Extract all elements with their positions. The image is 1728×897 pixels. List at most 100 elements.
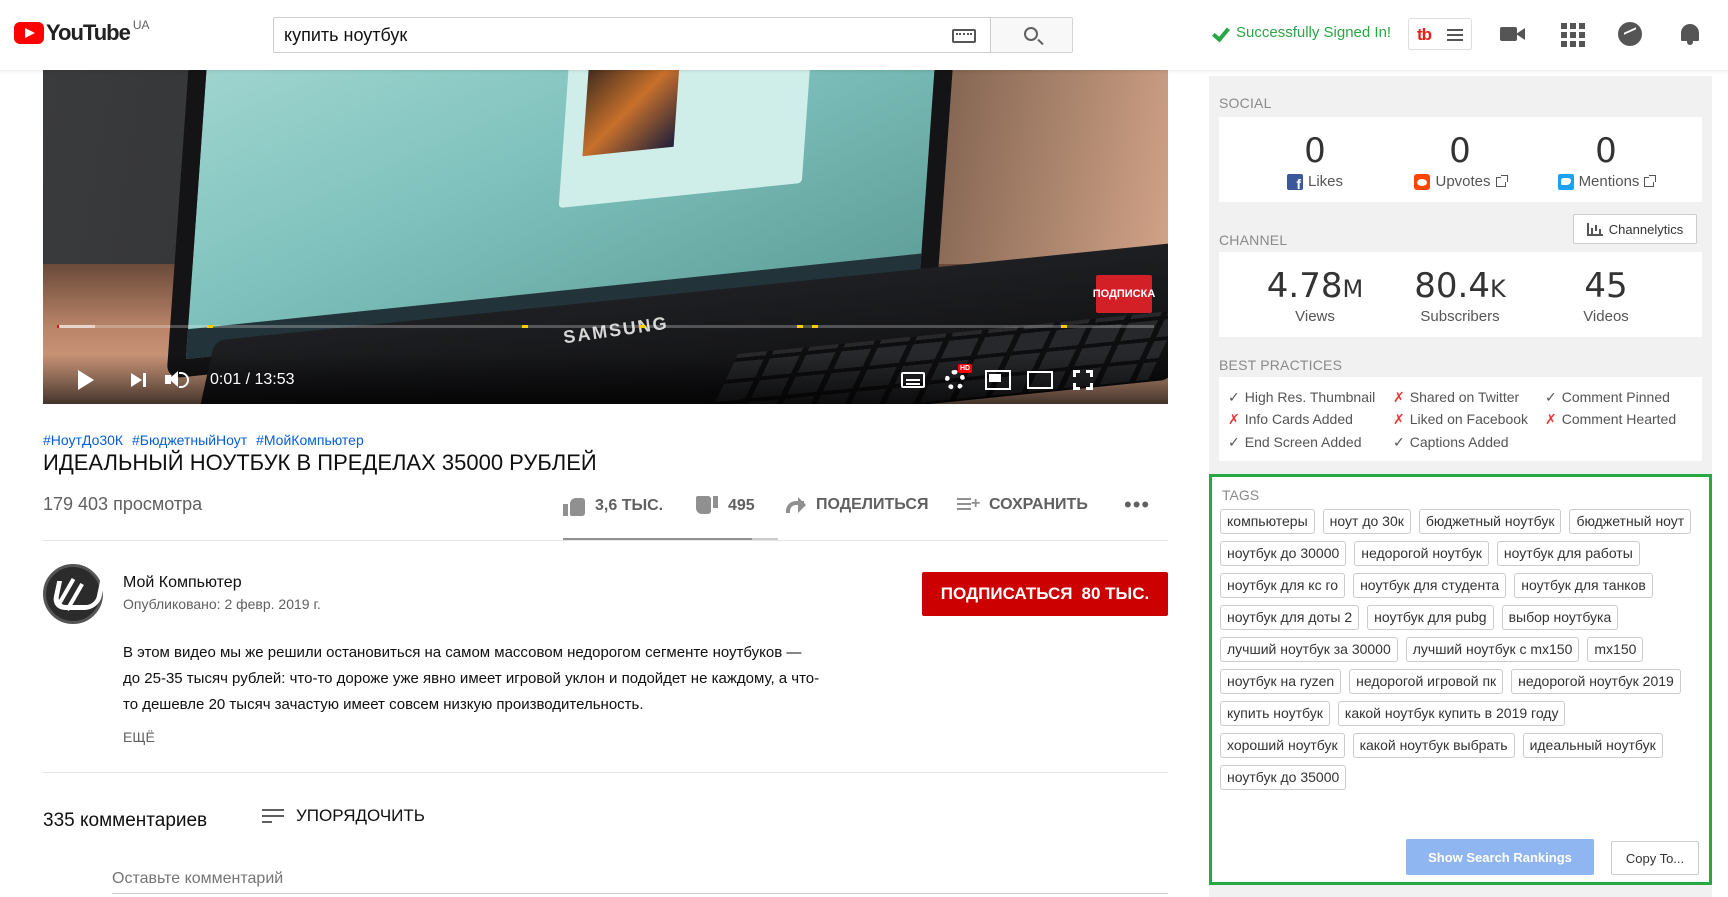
best-practice-item: ✗ Info Cards Added	[1228, 411, 1353, 428]
create-video-icon[interactable]	[1500, 22, 1525, 46]
tag-chip[interactable]: идеальный ноутбук	[1522, 733, 1663, 758]
tag-chip[interactable]: недорогой ноутбук 2019	[1511, 669, 1681, 694]
channel-name[interactable]: Мой Компьютер	[123, 574, 242, 592]
chapter-marker	[1061, 325, 1067, 328]
hashtag-link[interactable]: #БюджетныйНоут	[132, 432, 247, 448]
tags-list: компьютеры ноут до 30к бюджетный ноутбук бю…	[1220, 509, 1700, 797]
divider	[43, 772, 1168, 773]
player-controls: 0:01 / 13:53 HD	[43, 354, 1168, 404]
copy-to-button[interactable]: Copy To...	[1611, 841, 1699, 875]
tag-chip[interactable]: какой ноутбук выбрать	[1352, 733, 1515, 758]
channel-stats-card: 4.78M Views 80.4K Subscribers 45 Videos	[1219, 252, 1702, 337]
keyboard-icon[interactable]	[952, 29, 976, 43]
chapter-marker	[639, 325, 645, 328]
tag-chip[interactable]: ноут до 30к	[1322, 509, 1411, 534]
tags-section-label: TAGS	[1222, 487, 1260, 503]
channel-subs-value: 80.4	[1414, 266, 1490, 306]
hd-badge: HD	[958, 364, 973, 373]
like-count: 3,6 ТЫС.	[595, 497, 664, 514]
save-button[interactable]: СОХРАНИТЬ	[957, 496, 1088, 514]
tag-chip[interactable]: ноутбук для танков	[1514, 573, 1653, 598]
subscribe-button[interactable]: ПОДПИСАТЬСЯ 80 ТЫС.	[922, 572, 1168, 616]
tag-chip[interactable]: ноутбук для студента	[1353, 573, 1507, 598]
check-mark: ✓	[1393, 434, 1405, 450]
search-input[interactable]	[274, 18, 924, 52]
best-practice-item: ✓ Comment Pinned	[1545, 389, 1670, 406]
description-line: до 25-35 тысяч рублей: что-то дороже уже…	[123, 670, 820, 687]
theater-mode-icon[interactable]	[1027, 371, 1053, 389]
upvotes-stat[interactable]: 0 Upvotes	[1385, 131, 1535, 190]
hashtag-link[interactable]: #НоутДо30К	[43, 432, 123, 448]
check-mark: ✓	[1228, 389, 1240, 405]
tag-chip[interactable]: хороший ноутбук	[1220, 733, 1345, 758]
tag-chip[interactable]: компьютеры	[1220, 509, 1315, 534]
next-icon[interactable]	[129, 370, 151, 390]
tag-chip[interactable]: бюджетный ноутбук	[1418, 509, 1562, 534]
volume-waves-icon	[179, 372, 189, 388]
tag-chip[interactable]: какой ноутбук купить в 2019 году	[1337, 701, 1566, 726]
hashtag-link[interactable]: #МойКомпьютер	[256, 432, 364, 448]
tag-chip[interactable]: ноутбук на ryzen	[1220, 669, 1342, 694]
channel-avatar[interactable]	[43, 564, 103, 624]
tag-chip[interactable]: ноутбук до 35000	[1220, 765, 1347, 790]
tag-chip[interactable]: купить ноутбук	[1220, 701, 1330, 726]
tag-chip[interactable]: лучший ноутбук с mx150	[1405, 637, 1580, 662]
show-search-rankings-button[interactable]: Show Search Rankings	[1406, 839, 1594, 875]
play-icon[interactable]	[75, 370, 97, 390]
tags-panel: TAGS компьютеры ноут до 30к бюджетный ноут…	[1209, 474, 1712, 885]
masthead: YouTube UA Successfully Signed In! tb	[0, 0, 1728, 70]
youtube-play-icon	[14, 22, 44, 44]
tag-chip[interactable]: ноутбук до 30000	[1220, 541, 1347, 566]
like-button[interactable]: 3,6 ТЫС.	[563, 496, 663, 516]
subscribe-watermark[interactable]: ПОДПИСКА	[1093, 275, 1155, 313]
tag-chip[interactable]: ноутбук для доты 2	[1220, 605, 1360, 630]
subtitles-icon[interactable]	[901, 372, 925, 388]
time-total: 13:53	[254, 371, 295, 388]
likes-value: 0	[1304, 131, 1326, 171]
settings-gear-icon[interactable]	[945, 370, 965, 390]
search-icon	[1024, 27, 1038, 41]
channel-videos-value: 45	[1584, 266, 1628, 306]
channel-views-suffix: M	[1342, 275, 1364, 303]
tag-chip[interactable]: ноутбук для pubg	[1367, 605, 1494, 630]
best-practice-item: ✓ End Screen Added	[1228, 434, 1362, 451]
tubebuddy-menu-button[interactable]: tb	[1408, 18, 1472, 50]
apps-grid-icon[interactable]	[1560, 22, 1585, 47]
tag-chip[interactable]: mx150	[1587, 637, 1644, 662]
tag-chip[interactable]: ноутбук для работы	[1496, 541, 1640, 566]
sort-comments-button[interactable]: УПОРЯДОЧИТЬ	[262, 806, 425, 826]
progress-bar[interactable]	[57, 325, 1154, 328]
show-more-link[interactable]: ЕЩЁ	[123, 729, 155, 745]
dislike-button[interactable]: 495	[696, 496, 755, 516]
youtube-logo[interactable]: YouTube UA	[14, 18, 150, 44]
comment-input[interactable]	[112, 864, 1168, 894]
tag-chip[interactable]: недорогой ноутбук	[1354, 541, 1489, 566]
check-mark: ✓	[1228, 434, 1240, 450]
bar-chart-icon	[1586, 222, 1603, 236]
best-practice-label: Liked on Facebook	[1409, 411, 1529, 427]
save-label: СОХРАНИТЬ	[989, 496, 1088, 513]
more-actions-icon[interactable]: •••	[1124, 494, 1150, 516]
miniplayer-icon[interactable]	[985, 370, 1011, 390]
fullscreen-icon[interactable]	[1073, 370, 1093, 390]
messages-icon[interactable]	[1618, 22, 1642, 46]
tag-chip[interactable]: выбор ноутбука	[1501, 605, 1619, 630]
thumbs-up-icon	[563, 496, 585, 516]
tag-chip[interactable]: лучший ноутбук за 30000	[1220, 637, 1398, 662]
best-practice-label: Info Cards Added	[1244, 411, 1353, 427]
search-button[interactable]	[991, 17, 1073, 53]
tag-chip[interactable]: бюджетный ноут	[1569, 509, 1692, 534]
best-practice-item: ✓ High Res. Thumbnail	[1228, 389, 1375, 406]
tag-chip[interactable]: недорогой игровой пк	[1349, 669, 1504, 694]
channelytics-button[interactable]: Channelytics	[1573, 214, 1697, 244]
subscribe-label: ПОДПИСАТЬСЯ	[940, 584, 1073, 603]
share-button[interactable]: ПОДЕЛИТЬСЯ	[786, 496, 928, 514]
notifications-bell-icon[interactable]	[1678, 22, 1702, 46]
mentions-stat[interactable]: 0 Mentions	[1531, 131, 1681, 190]
tag-chip[interactable]: ноутбук для кс го	[1220, 573, 1346, 598]
check-mark: ✓	[1545, 389, 1557, 405]
channel-views-value: 4.78	[1266, 266, 1343, 306]
video-player[interactable]: SAMSUNG ПОДПИСКА 0:01 / 13:53 HD	[43, 70, 1168, 404]
search-box	[273, 17, 991, 53]
best-practice-item: ✗ Liked on Facebook	[1393, 411, 1528, 428]
